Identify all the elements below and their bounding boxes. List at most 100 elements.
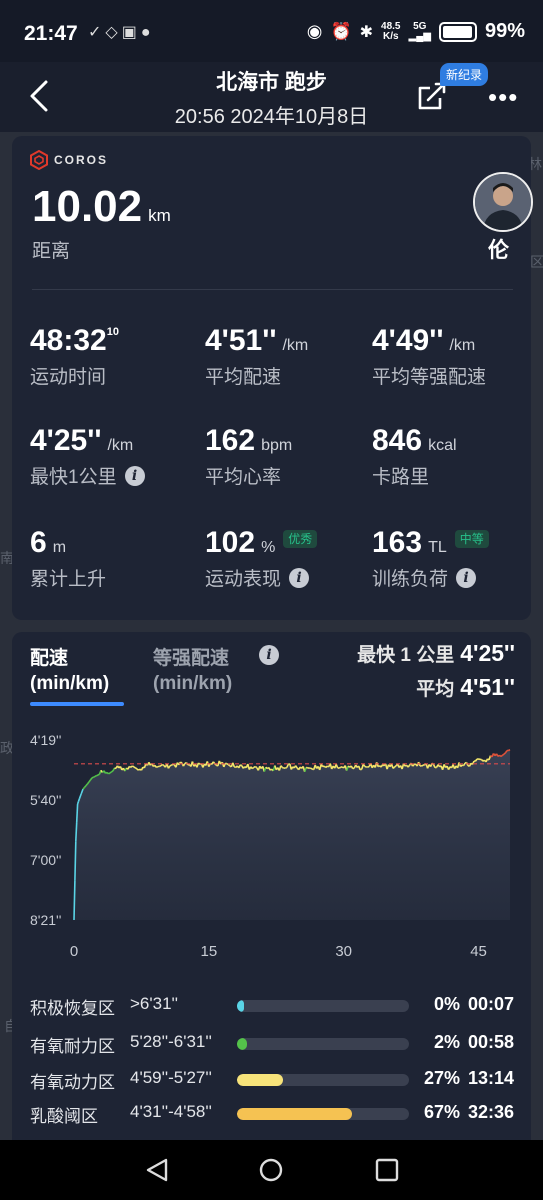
pace-line-segment — [169, 764, 172, 767]
new-record-badge[interactable]: 新纪录 — [440, 63, 489, 86]
pace-line-segment — [227, 763, 231, 767]
nav-home-icon[interactable] — [258, 1157, 284, 1183]
pace-line-segment — [421, 764, 424, 767]
zone-bar-fill — [237, 1038, 248, 1050]
training-load-tag: 中等 — [454, 529, 489, 548]
metric-duration: 48:3210 运动时间 — [30, 324, 119, 388]
pace-line-segment — [305, 766, 308, 769]
pace-line-segment — [367, 765, 370, 768]
y-tick-label: 7'00'' — [30, 852, 61, 868]
pace-chart[interactable]: 4'19'' 5'40'' 7'00'' 8'21'' 0 15 30 45 — [12, 724, 531, 972]
pace-line-segment — [254, 765, 258, 769]
zone-bar-fill — [237, 1074, 284, 1086]
x-tick-label: 0 — [70, 943, 78, 960]
pace-line-segment — [91, 776, 94, 779]
zone-bar-track — [237, 1108, 409, 1120]
avatar[interactable] — [473, 172, 533, 232]
pace-line-segment — [109, 771, 112, 774]
x-tick-label: 15 — [201, 943, 218, 960]
metric-avg-pace: 4'51''/km 平均配速 — [205, 324, 309, 388]
header: 北海市 跑步 20:56 2024年10月8日 新纪录 ••• — [0, 62, 543, 132]
pace-line-segment — [508, 748, 511, 752]
pace-line-segment — [76, 801, 80, 805]
zone-bar-fill — [237, 1000, 244, 1012]
status-time: 21:47 — [24, 22, 78, 45]
pace-line-segment — [108, 772, 111, 775]
more-options-icon[interactable]: ••• — [488, 82, 518, 113]
distance-label: 距离 — [32, 241, 71, 262]
user-avatar-icon — [475, 174, 531, 230]
pace-line-segment — [502, 753, 505, 756]
zone-bar-track — [237, 1000, 409, 1012]
pace-line-segment — [134, 767, 138, 770]
brand-logo: COROS — [30, 150, 108, 170]
bluetooth-icon: ✱ — [359, 23, 374, 41]
pace-line-segment — [74, 841, 77, 881]
eye-icon: ◉ — [306, 21, 323, 41]
nav-back-icon[interactable] — [144, 1157, 170, 1183]
alarm-icon: ⏰ — [330, 21, 352, 41]
fastest-km-summary: 最快 1 公里 4'25'' — [357, 640, 515, 666]
notification-icons: ✓◇▣● — [88, 24, 155, 41]
battery-percent: 99% — [484, 20, 525, 42]
tab-grade-adjusted-pace[interactable]: 等强配速 (min/km) — [153, 646, 232, 696]
coros-logo-icon — [30, 150, 48, 170]
metric-elevation-gain: 6m 累计上升 — [30, 526, 107, 590]
pace-area — [74, 749, 510, 920]
zone-bar-track — [237, 1074, 409, 1086]
pace-line-segment — [97, 773, 100, 776]
metric-performance[interactable]: 102 %优秀 运动表现 i — [205, 526, 318, 591]
pace-line-segment — [75, 803, 79, 823]
metric-training-load[interactable]: 163 TL中等 训练负荷 i — [372, 526, 489, 591]
summary-card: COROS 10.02 km 距离 伦 48:3210 运动时间 4'51''/k… — [12, 136, 533, 620]
net-speed: 48.5 K/s — [381, 20, 401, 42]
pace-line-segment — [94, 774, 97, 778]
zone-row: 有氧耐力区 5'28''-6'31'' 2% 00:58 — [30, 1032, 514, 1056]
tab-pace[interactable]: 配速 (min/km) — [30, 646, 109, 696]
pace-line-segment — [364, 765, 367, 768]
pace-line-segment — [359, 768, 362, 771]
pace-line-segment — [239, 764, 243, 767]
pace-line-segment — [180, 761, 183, 764]
info-icon[interactable]: i — [456, 567, 477, 588]
pace-line-segment — [93, 775, 96, 778]
pace-line-segment — [281, 766, 285, 769]
tab-active-indicator — [30, 702, 124, 706]
info-icon[interactable]: i — [289, 567, 310, 588]
pace-line-segment — [96, 774, 99, 777]
info-icon[interactable]: i — [124, 465, 145, 486]
pace-card: 配速 (min/km) 等强配速 (min/km) i 最快 1 公里 4'25'… — [12, 632, 531, 1152]
metric-fastest-km[interactable]: 4'25''/km 最快1公里 i — [30, 424, 145, 489]
pace-line-segment — [310, 767, 313, 770]
pace-line-segment — [111, 770, 114, 773]
distance-value: 10.02 km — [32, 182, 171, 231]
avg-pace-summary: 平均 4'51'' — [416, 674, 515, 700]
pace-line-segment — [280, 765, 283, 768]
pace-line-segment — [503, 752, 507, 755]
metric-avg-heart-rate: 162 bpm 平均心率 — [205, 424, 293, 488]
status-right: ◉ ⏰ ✱ 48.5 K/s 5G ▂▄▆ 99% — [307, 20, 525, 43]
pace-line-segment — [85, 783, 89, 787]
zone-bar-track — [237, 1038, 409, 1050]
pace-line-segment — [131, 765, 135, 768]
battery-icon — [438, 21, 477, 42]
pace-line-segment — [82, 786, 86, 790]
user-name: 伦 — [488, 239, 509, 262]
metric-avg-grade-pace: 4'49''/km 平均等强配速 — [372, 324, 487, 388]
activity-datetime: 20:56 2024年10月8日 — [174, 106, 369, 128]
pace-line-segment — [394, 765, 397, 768]
pace-line-segment — [480, 758, 484, 762]
pace-line-segment — [338, 766, 342, 769]
pace-line-segment — [133, 766, 136, 769]
info-icon[interactable]: i — [259, 645, 279, 665]
zone-row: 乳酸阈区 4'31''-4'58'' 67% 32:36 — [30, 1102, 514, 1126]
pace-line-segment — [159, 764, 162, 768]
system-nav-bar — [0, 1140, 543, 1200]
x-tick-label: 30 — [335, 943, 352, 960]
metric-calories: 846 kcal 卡路里 — [372, 424, 457, 488]
y-tick-label: 5'40'' — [30, 792, 61, 808]
nav-recents-icon[interactable] — [374, 1157, 400, 1183]
pace-line-segment — [500, 754, 504, 758]
pace-line-segment — [412, 763, 415, 767]
status-bar: 21:47 ✓◇▣● ◉ ⏰ ✱ 48.5 K/s 5G ▂▄▆ 99% — [0, 0, 543, 62]
